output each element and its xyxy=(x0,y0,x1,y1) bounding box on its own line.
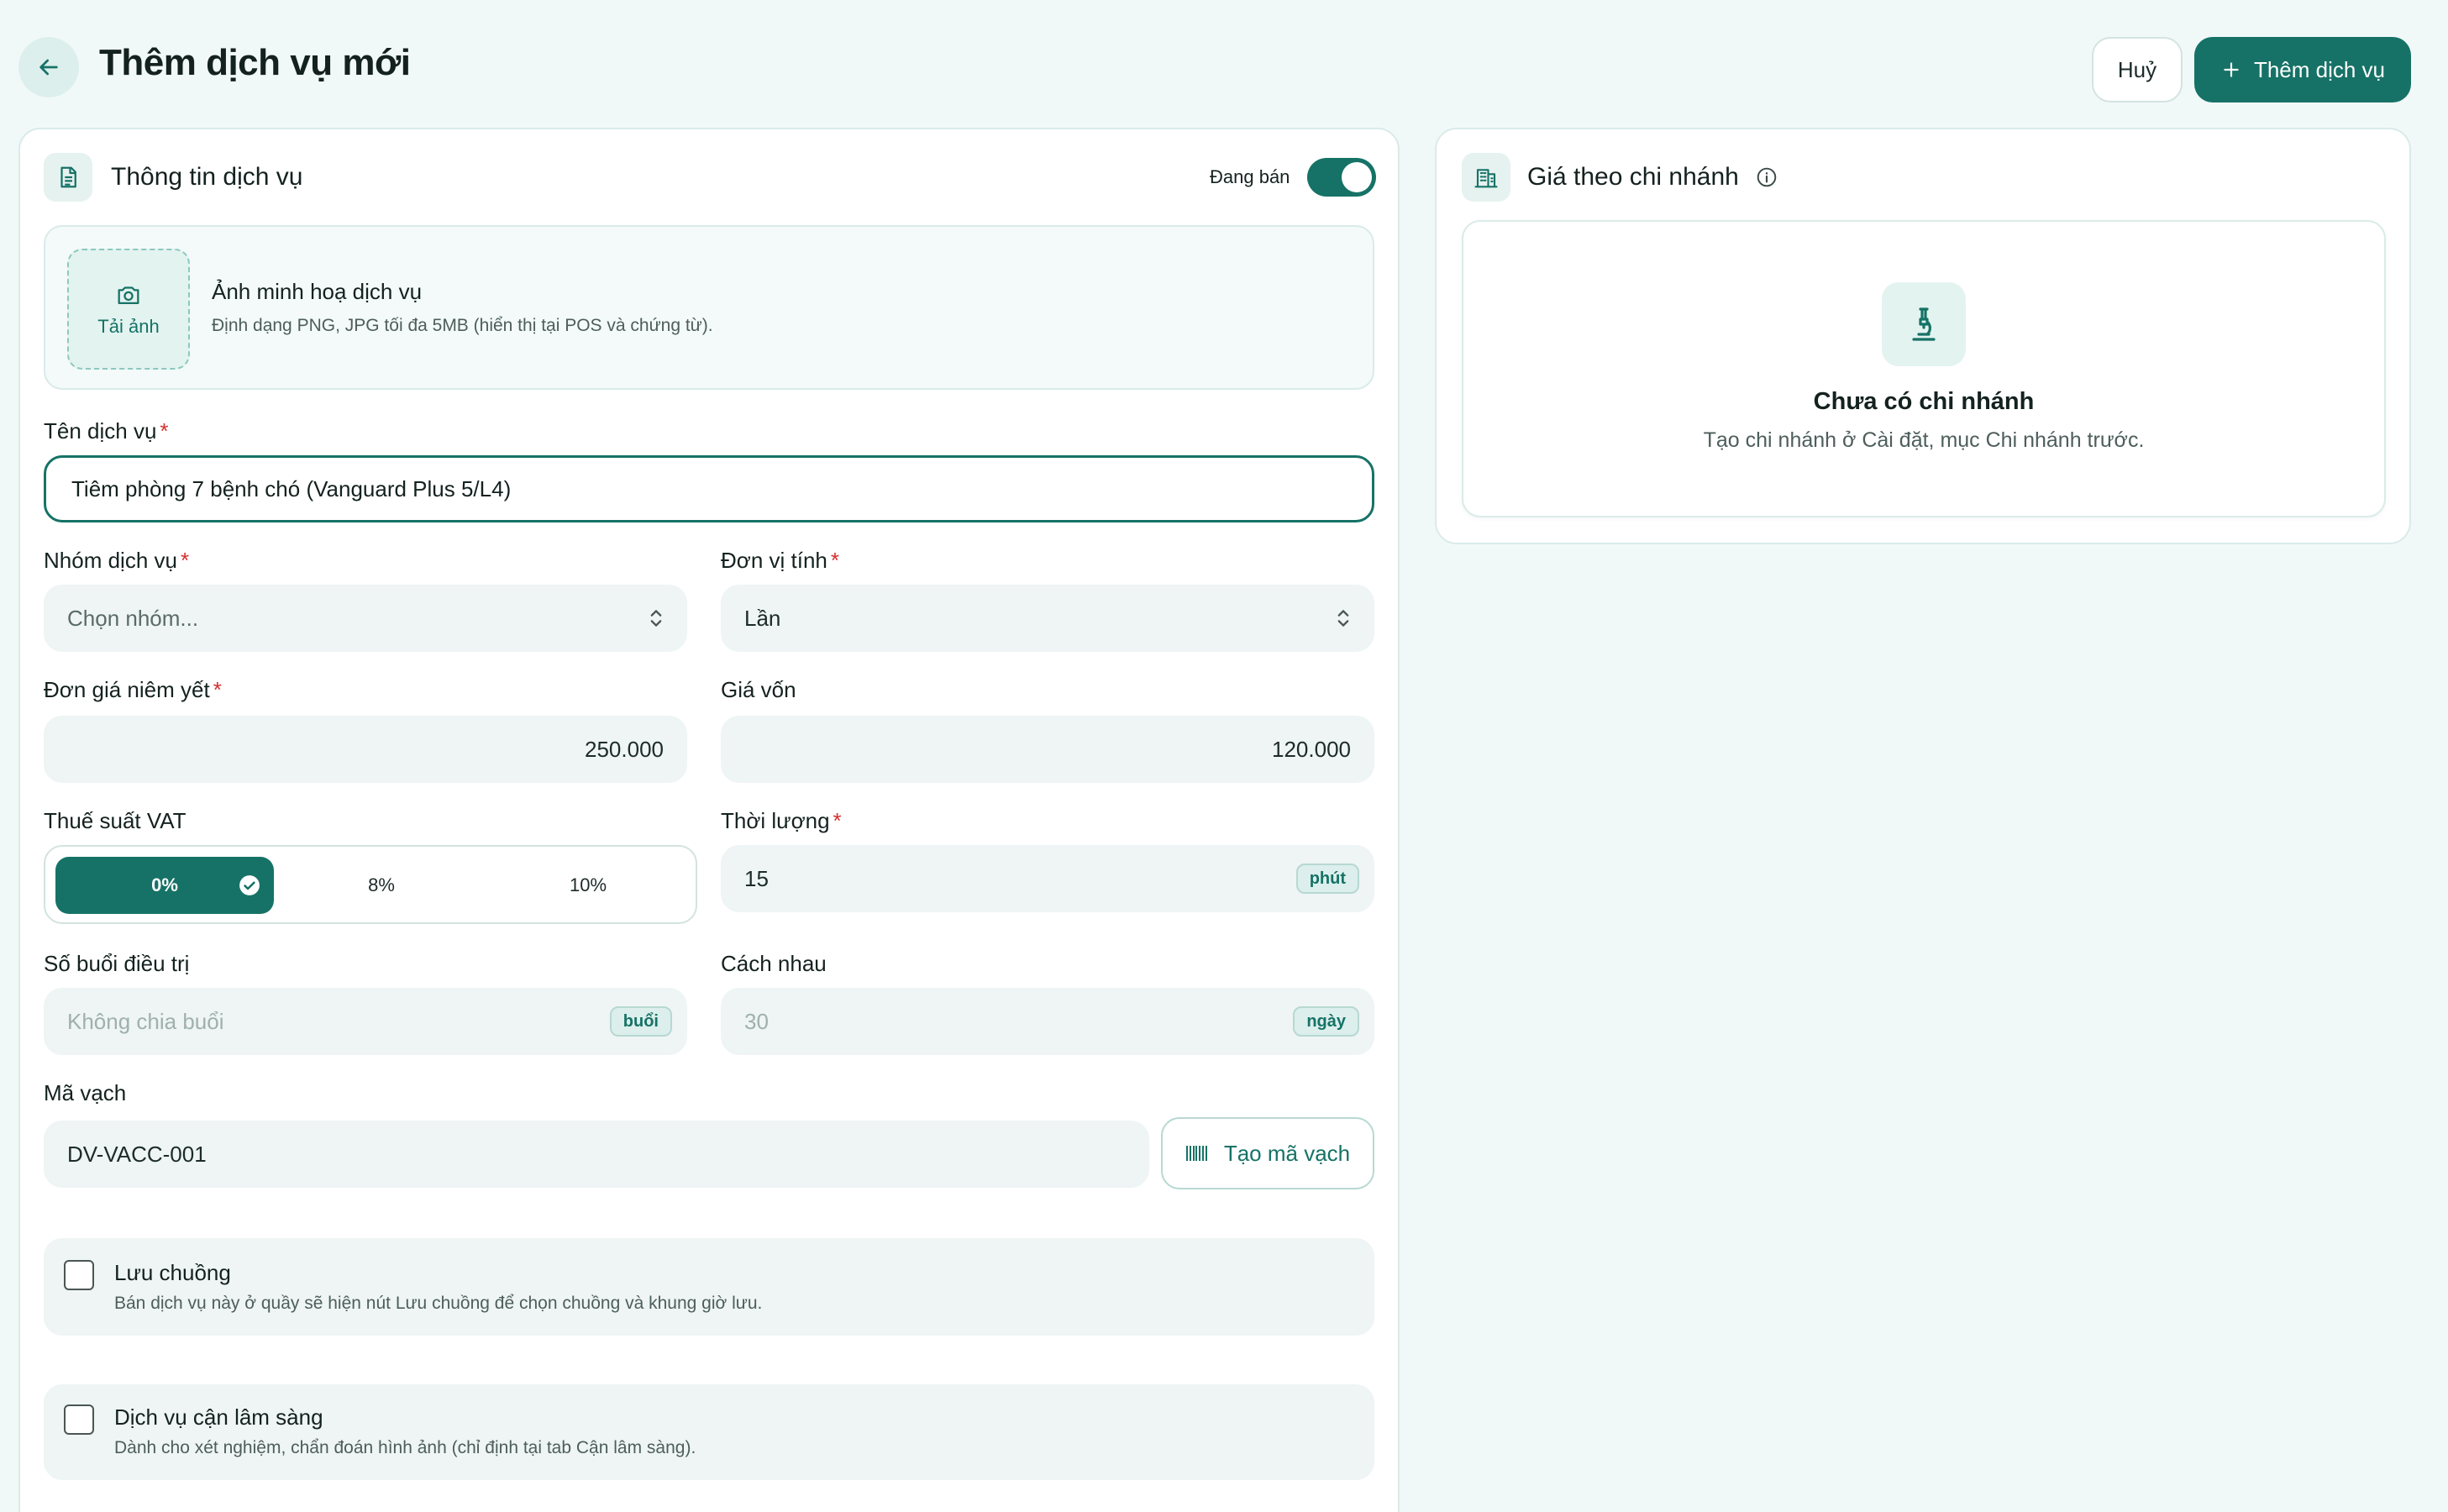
info-icon[interactable] xyxy=(1756,166,1778,188)
cost-price-label: Giá vốn xyxy=(721,677,796,702)
image-upload-hint: Định dạng PNG, JPG tối đa 5MB (hiển thị … xyxy=(212,316,713,335)
unit-select[interactable]: Lần xyxy=(721,585,1374,652)
document-icon xyxy=(44,153,92,202)
list-price-input[interactable]: 250.000 xyxy=(44,716,687,783)
barcode-icon xyxy=(1185,1146,1207,1161)
image-upload-title: Ảnh minh hoạ dịch vụ xyxy=(212,279,423,304)
paraclinical-desc: Dành cho xét nghiệm, chẩn đoán hình ảnh … xyxy=(114,1438,696,1457)
building-icon xyxy=(1462,153,1510,202)
paraclinical-option xyxy=(44,1384,1374,1480)
upload-image-label: Tải ảnh xyxy=(97,316,160,337)
unit-label: Đơn vị tính * xyxy=(721,548,840,573)
sessions-placeholder: Không chia buổi xyxy=(67,1008,224,1034)
branch-empty-state xyxy=(1462,220,2386,517)
vat-label: Thuế suất VAT xyxy=(44,808,186,833)
interval-unit-badge: ngày xyxy=(1293,1006,1359,1037)
sessions-unit-badge: buổi xyxy=(609,1006,672,1037)
generate-barcode-button[interactable]: Tạo mã vạch xyxy=(1161,1117,1374,1189)
sessions-input[interactable]: Không chia buổi buổi xyxy=(44,988,687,1055)
boarding-title: Lưu chuồng xyxy=(114,1260,231,1285)
service-group-label: Nhóm dịch vụ * xyxy=(44,548,190,573)
plus-icon xyxy=(2224,62,2239,77)
cancel-button[interactable]: Huỷ xyxy=(2092,37,2183,102)
vat-option-0[interactable]: 0% xyxy=(55,857,274,914)
paraclinical-checkbox[interactable] xyxy=(64,1404,94,1435)
service-name-label: Tên dịch vụ * xyxy=(44,418,169,444)
sessions-label: Số buổi điều trị xyxy=(44,951,190,976)
interval-placeholder: 30 xyxy=(744,1008,769,1034)
generate-barcode-label: Tạo mã vạch xyxy=(1223,1140,1351,1166)
branch-empty-desc: Tạo chi nhánh ở Cài đặt, mục Chi nhánh t… xyxy=(1703,428,2145,452)
service-info-title: Thông tin dịch vụ xyxy=(111,163,303,191)
page-title: Thêm dịch vụ mới xyxy=(99,42,411,83)
selling-status-label: Đang bán xyxy=(1210,166,1290,187)
cost-price-input[interactable]: 120.000 xyxy=(721,716,1374,783)
duration-value: 15 xyxy=(744,865,769,891)
check-circle-icon xyxy=(239,875,260,895)
branch-empty-title: Chưa có chi nhánh xyxy=(1813,388,2035,415)
add-service-label: Thêm dịch vụ xyxy=(2253,56,2386,82)
vat-option-0-label: 0% xyxy=(151,874,178,895)
duration-unit-badge: phút xyxy=(1295,864,1359,894)
paraclinical-title: Dịch vụ cận lâm sàng xyxy=(114,1404,323,1430)
upload-image-button[interactable]: Tải ảnh xyxy=(67,249,190,370)
microscope-icon xyxy=(1882,282,1966,366)
unit-value: Lần xyxy=(744,605,781,631)
interval-input[interactable]: 30 ngày xyxy=(721,988,1374,1055)
image-upload-panel xyxy=(44,225,1374,390)
service-group-select[interactable]: Chọn nhóm... xyxy=(44,585,687,652)
camera-icon xyxy=(118,286,139,305)
boarding-desc: Bán dịch vụ này ở quầy sẽ hiện nút Lưu c… xyxy=(114,1294,763,1313)
service-group-placeholder: Chọn nhóm... xyxy=(67,605,199,631)
selling-toggle[interactable] xyxy=(1307,158,1376,197)
duration-label: Thời lượng * xyxy=(721,808,842,833)
list-price-label: Đơn giá niêm yết * xyxy=(44,677,222,702)
chevron-up-down-icon xyxy=(650,610,662,627)
boarding-checkbox[interactable] xyxy=(64,1260,94,1290)
add-service-button[interactable]: Thêm dịch vụ xyxy=(2194,37,2411,102)
service-name-input[interactable]: Tiêm phòng 7 bệnh chó (Vanguard Plus 5/L… xyxy=(44,455,1374,522)
barcode-input[interactable]: DV-VACC-001 xyxy=(44,1121,1149,1188)
duration-input[interactable]: 15 phút xyxy=(721,845,1374,912)
interval-label: Cách nhau xyxy=(721,951,827,976)
arrow-left-icon xyxy=(39,59,58,76)
barcode-label: Mã vạch xyxy=(44,1080,127,1105)
back-button[interactable] xyxy=(18,37,79,97)
vat-option-8[interactable]: 8% xyxy=(274,857,489,914)
vat-option-10[interactable]: 10% xyxy=(481,857,696,914)
branch-price-title: Giá theo chi nhánh xyxy=(1527,163,1739,191)
boarding-option xyxy=(44,1238,1374,1336)
chevron-up-down-icon xyxy=(1337,610,1349,627)
